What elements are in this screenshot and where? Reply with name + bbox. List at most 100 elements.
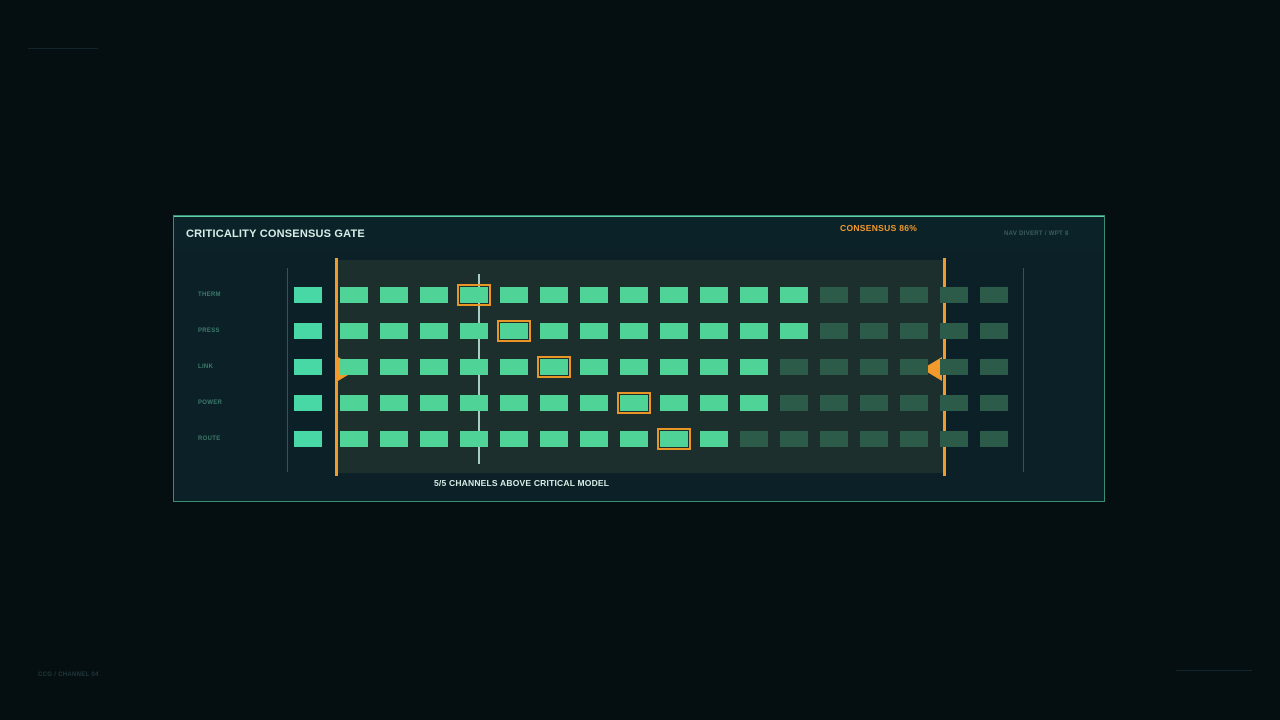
grid-cell[interactable] (820, 395, 848, 411)
grid-cell[interactable] (780, 395, 808, 411)
grid-cell[interactable] (820, 287, 848, 303)
grid-cell[interactable] (580, 359, 608, 375)
grid-cell[interactable] (540, 431, 568, 447)
grid-cell[interactable] (900, 287, 928, 303)
grid-cell[interactable] (420, 287, 448, 303)
grid-left-bracket (287, 268, 288, 472)
grid-cell[interactable] (740, 287, 768, 303)
grid-cell[interactable] (660, 323, 688, 339)
grid-cell[interactable] (580, 395, 608, 411)
grid-cell[interactable] (500, 287, 528, 303)
grid-cell[interactable] (340, 431, 368, 447)
grid-cell[interactable] (540, 395, 568, 411)
grid-cell[interactable] (980, 395, 1008, 411)
grid-cell[interactable] (900, 359, 928, 375)
grid-cell[interactable] (700, 431, 728, 447)
grid-cell[interactable] (700, 359, 728, 375)
grid-cell[interactable] (620, 287, 648, 303)
grid-cell[interactable] (580, 431, 608, 447)
grid-cell[interactable] (580, 287, 608, 303)
grid-cell[interactable] (580, 323, 608, 339)
grid-cell-highlighted[interactable] (657, 428, 691, 450)
grid-cell[interactable] (860, 323, 888, 339)
grid-cell[interactable] (780, 287, 808, 303)
row-label-link: LINK (198, 364, 214, 370)
grid-cell[interactable] (420, 395, 448, 411)
consensus-readout: CONSENSUS 86% (840, 223, 918, 233)
grid-cell[interactable] (340, 287, 368, 303)
grid-cell[interactable] (740, 323, 768, 339)
grid-cell[interactable] (660, 395, 688, 411)
grid-cell[interactable] (980, 359, 1008, 375)
grid-cell[interactable] (900, 323, 928, 339)
grid-cell-highlighted[interactable] (617, 392, 651, 414)
grid-cell[interactable] (740, 395, 768, 411)
grid-cell[interactable] (740, 359, 768, 375)
grid-cell[interactable] (980, 323, 1008, 339)
grid-cell[interactable] (420, 431, 448, 447)
grid-cell[interactable] (780, 359, 808, 375)
grid-cell[interactable] (660, 359, 688, 375)
grid-cell[interactable] (380, 395, 408, 411)
grid-cell[interactable] (820, 431, 848, 447)
grid-cell-highlighted[interactable] (537, 356, 571, 378)
grid-cell[interactable] (500, 359, 528, 375)
grid-cell[interactable] (700, 395, 728, 411)
grid-cell[interactable] (540, 287, 568, 303)
grid-cell[interactable] (700, 323, 728, 339)
grid-cell[interactable] (500, 431, 528, 447)
grid-cell[interactable] (620, 323, 648, 339)
consensus-gate-panel: CRITICALITY CONSENSUS GATE CONSENSUS 86%… (173, 215, 1105, 502)
grid-cell[interactable] (380, 431, 408, 447)
row-label-press: PRESS (198, 328, 220, 334)
grid-cell[interactable] (420, 323, 448, 339)
grid-cell[interactable] (294, 431, 322, 447)
grid-cell[interactable] (420, 359, 448, 375)
grid-cell[interactable] (980, 287, 1008, 303)
grid-cell[interactable] (860, 431, 888, 447)
grid-cell[interactable] (294, 323, 322, 339)
grid-cell[interactable] (340, 359, 368, 375)
grid-cell[interactable] (340, 395, 368, 411)
grid-right-bracket (1023, 268, 1024, 472)
grid-cell[interactable] (980, 431, 1008, 447)
grid-cell[interactable] (900, 431, 928, 447)
grid-cell[interactable] (780, 323, 808, 339)
grid-cell[interactable] (294, 287, 322, 303)
grid-cell[interactable] (940, 395, 968, 411)
grid-cell[interactable] (294, 395, 322, 411)
grid-cell[interactable] (900, 395, 928, 411)
grid-cell[interactable] (620, 359, 648, 375)
grid-cell[interactable] (380, 359, 408, 375)
grid-cell[interactable] (460, 431, 488, 447)
grid-cell[interactable] (940, 359, 968, 375)
grid-cell[interactable] (380, 323, 408, 339)
grid-cell[interactable] (820, 323, 848, 339)
grid-cell-highlighted[interactable] (497, 320, 531, 342)
grid-cell[interactable] (460, 395, 488, 411)
grid-cell[interactable] (540, 323, 568, 339)
status-summary: 5/5 CHANNELS ABOVE CRITICAL MODEL (434, 478, 610, 488)
grid-cell[interactable] (940, 431, 968, 447)
grid-cell[interactable] (460, 323, 488, 339)
grid-cell[interactable] (660, 287, 688, 303)
grid-cell[interactable] (860, 287, 888, 303)
corner-decoration-top-left (28, 48, 98, 49)
grid-cell[interactable] (860, 359, 888, 375)
grid-cell[interactable] (940, 287, 968, 303)
grid-cell[interactable] (740, 431, 768, 447)
footer-code: CCG / CHANNEL 04 (38, 672, 99, 678)
grid-cell[interactable] (294, 359, 322, 375)
grid-cell[interactable] (460, 359, 488, 375)
grid-cell-highlighted[interactable] (457, 284, 491, 306)
grid-cell[interactable] (620, 431, 648, 447)
grid-cell[interactable] (780, 431, 808, 447)
grid-cell[interactable] (340, 323, 368, 339)
grid-cell[interactable] (860, 395, 888, 411)
grid-cell[interactable] (500, 395, 528, 411)
grid-cell[interactable] (940, 323, 968, 339)
grid-cell[interactable] (700, 287, 728, 303)
grid-cell[interactable] (380, 287, 408, 303)
row-label-therm: THERM (198, 292, 221, 298)
grid-cell[interactable] (820, 359, 848, 375)
